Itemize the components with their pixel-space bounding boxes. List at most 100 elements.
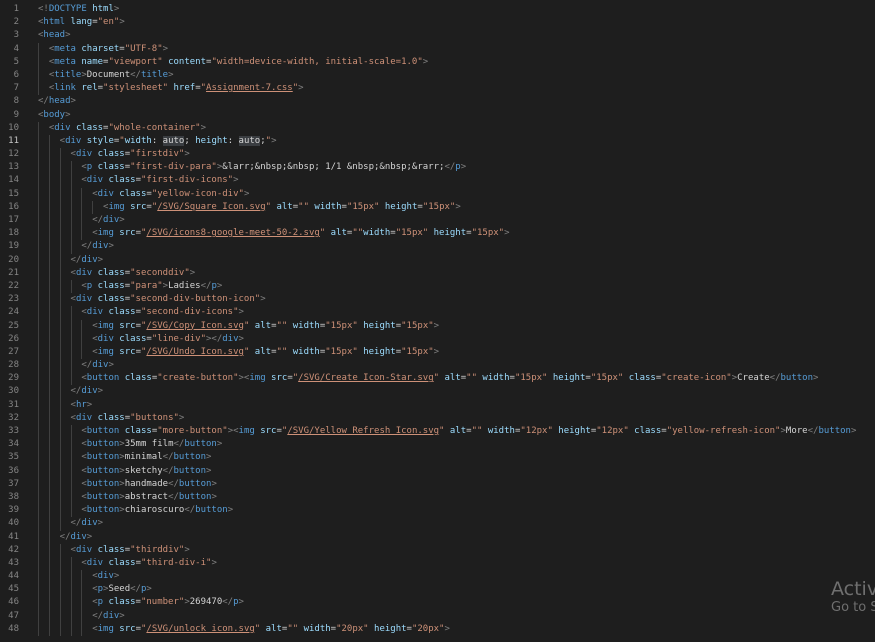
code-token: alt xyxy=(254,320,272,331)
code-line[interactable]: 13 <p class="first-div-para">&larr;&nbsp;… xyxy=(0,161,875,175)
code-line[interactable]: 8 </head> xyxy=(0,95,875,108)
code-token: 269470 xyxy=(189,597,223,608)
indent-guide xyxy=(59,214,61,228)
code-line[interactable]: 41 </div> xyxy=(0,530,875,544)
line-number: 14 xyxy=(8,175,19,186)
code-token: "" xyxy=(298,201,309,212)
code-editor[interactable]: 1 <!DOCTYPE html> 2 <html lang="en"> 3 <head>… xyxy=(0,0,875,642)
code-token: "15px" xyxy=(325,346,358,357)
indent-guide xyxy=(59,332,61,346)
code-line[interactable]: 27 <img src="/SVG/Undo Icon.svg" alt="" w… xyxy=(0,345,875,360)
code-line[interactable]: 35 <button>minimal</button> xyxy=(0,451,875,465)
indent-guide xyxy=(59,253,61,267)
code-line[interactable]: 26 <div class="line-div"></div> xyxy=(0,332,875,346)
indent-guide xyxy=(59,174,61,188)
code-line[interactable]: 4 <meta charset="UTF-8"> xyxy=(0,42,875,56)
code-token: class xyxy=(634,426,662,436)
code-line[interactable]: 7 <link rel="stylesheet" href="Assignment… xyxy=(0,82,875,96)
code-token: "" xyxy=(276,346,288,357)
indent-guide xyxy=(81,622,83,636)
code-line[interactable]: 25 <img src="/SVG/Copy Icon.svg" alt="" w… xyxy=(0,319,875,333)
code-token: class xyxy=(97,294,125,305)
code-line[interactable]: 3 <head> xyxy=(0,29,875,42)
indent-guide xyxy=(48,134,50,149)
code-token: src xyxy=(130,201,147,212)
code-line[interactable]: 34 <button>35mm film</button> xyxy=(0,438,875,452)
indent-guide xyxy=(70,240,72,254)
code-line[interactable]: 46 <p class="number">269470</p> xyxy=(0,596,875,610)
indent-guide xyxy=(38,134,39,149)
indent-guide xyxy=(59,359,61,373)
indent-guide xyxy=(48,359,50,373)
code-token: </ xyxy=(81,360,93,371)
code-line[interactable]: 29 <button class="create-button"><img src… xyxy=(0,372,875,386)
indent-guide xyxy=(38,411,39,425)
code-token: html xyxy=(43,17,66,28)
code-line[interactable]: 28 </div> xyxy=(0,359,875,373)
line-number: 17 xyxy=(8,215,19,225)
code-line[interactable]: 39 <button>chiaroscuro</button> xyxy=(0,504,875,518)
code-line[interactable]: 20 </div> xyxy=(0,253,875,267)
code-line[interactable]: 33 <button class="more-button"><img src="… xyxy=(0,425,875,439)
code-token: > xyxy=(455,201,461,212)
code-token: class xyxy=(97,412,125,423)
code-line[interactable]: 22 <p class="para">Ladies</p> xyxy=(0,279,875,294)
code-token: div xyxy=(92,241,109,252)
code-token: > xyxy=(233,175,239,186)
indent-guide xyxy=(38,253,39,267)
code-lines[interactable]: 1 <!DOCTYPE html> 2 <html lang="en"> 3 <head>… xyxy=(0,3,875,636)
code-token: > xyxy=(162,43,169,54)
code-line[interactable]: 2 <html lang="en"> xyxy=(0,16,875,29)
code-line[interactable]: 38 <button>abstract</button> xyxy=(0,490,875,505)
code-line[interactable]: 17 </div> xyxy=(0,214,875,228)
code-line[interactable]: 19 </div> xyxy=(0,240,875,254)
code-line[interactable]: 11 <div style="width: auto; height: auto;… xyxy=(0,134,875,149)
code-line[interactable]: 15 <div class="yellow-icon-div"> xyxy=(0,187,875,201)
code-line[interactable]: 6 <title>Document</title> xyxy=(0,68,875,83)
code-text: <html lang="en"> xyxy=(38,16,125,29)
code-line[interactable]: 23 <div class="second-div-button-icon"> xyxy=(0,293,875,307)
code-line[interactable]: 36 <button>sketchy</button> xyxy=(0,464,875,478)
indent-guide xyxy=(48,293,50,307)
code-token: </ xyxy=(222,597,234,608)
code-line[interactable]: 44 <div> xyxy=(0,570,875,584)
code-token: div xyxy=(222,333,239,344)
code-token: > xyxy=(211,478,217,489)
code-line[interactable]: 30 </div> xyxy=(0,385,875,399)
code-line[interactable]: 10 <div class="whole-container"> xyxy=(0,121,875,135)
code-line[interactable]: 43 <div class="third-div-i"> xyxy=(0,556,875,571)
code-line[interactable]: 42 <div class="thirddiv"> xyxy=(0,543,875,557)
code-line[interactable]: 45 <p>Seed</p> xyxy=(0,583,875,597)
code-line[interactable]: 18 <img src="/SVG/icons8-google-meet-50-2… xyxy=(0,227,875,241)
code-line[interactable]: 21 <div class="seconddiv"> xyxy=(0,266,875,280)
code-line[interactable]: 12 <div class="firstdiv"> xyxy=(0,148,875,162)
code-token: > xyxy=(189,267,196,278)
code-line[interactable]: 31 <hr> xyxy=(0,398,875,412)
code-line[interactable]: 1 <!DOCTYPE html> xyxy=(0,3,875,16)
code-line[interactable]: 9 <body> xyxy=(0,109,875,122)
code-line[interactable]: 37 <button>handmade</button> xyxy=(0,477,875,491)
indent-guide xyxy=(48,570,50,584)
code-token: lang xyxy=(70,17,93,28)
code-token: height xyxy=(384,201,418,212)
indent-guide xyxy=(70,425,72,439)
code-token: button xyxy=(178,491,212,502)
code-line[interactable]: 47 </div> xyxy=(0,609,875,623)
code-token: button xyxy=(173,465,207,476)
code-line[interactable]: 16 <img src="/SVG/Square Icon.svg" alt=""… xyxy=(0,200,875,214)
code-line[interactable]: 24 <div class="second-div-icons"> xyxy=(0,306,875,320)
code-line[interactable]: 14 <div class="first-div-icons"> xyxy=(0,174,875,188)
line-number: 1 xyxy=(13,4,19,14)
code-token: </ xyxy=(444,162,456,173)
indent-guide xyxy=(38,385,39,399)
code-line[interactable]: 40 </div> xyxy=(0,517,875,531)
indent-guide xyxy=(48,411,50,425)
indent-guide xyxy=(38,477,39,491)
code-text: </div> xyxy=(92,610,125,623)
indent-guide xyxy=(48,609,50,623)
line-number: 46 xyxy=(8,597,19,608)
code-line[interactable]: 48 <img src="/SVG/unlock icon.svg" alt=""… xyxy=(0,622,875,636)
code-line[interactable]: 5 <meta name="viewport" content="width=de… xyxy=(0,55,875,69)
code-line[interactable]: 32 <div class="buttons"> xyxy=(0,411,875,425)
code-token: "more-button" xyxy=(157,426,228,436)
